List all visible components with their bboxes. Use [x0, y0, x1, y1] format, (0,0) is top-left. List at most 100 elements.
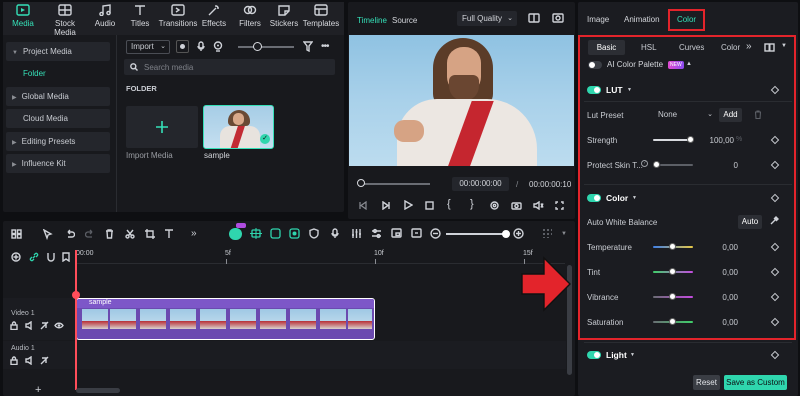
- playhead[interactable]: [75, 250, 77, 390]
- tab-templates[interactable]: Templates: [301, 4, 341, 28]
- compare-view-icon[interactable]: [764, 43, 775, 52]
- subtab-basic[interactable]: Basic: [588, 40, 625, 55]
- tab-source[interactable]: Source: [392, 16, 417, 25]
- step-forward-icon[interactable]: [381, 201, 391, 210]
- light-toggle[interactable]: [587, 351, 601, 359]
- lut-toggle[interactable]: [587, 86, 601, 94]
- smart-cutout-icon[interactable]: [289, 228, 300, 239]
- video-preview[interactable]: [349, 35, 574, 166]
- magnet-icon[interactable]: [46, 252, 56, 262]
- lut-add-button[interactable]: Add: [719, 108, 742, 122]
- expand-icon[interactable]: »: [191, 228, 197, 239]
- reset-button[interactable]: Reset: [693, 375, 720, 390]
- more-subtabs-icon[interactable]: »: [746, 41, 752, 52]
- mic-icon[interactable]: [197, 41, 205, 52]
- light-caret-icon[interactable]: ▼: [630, 352, 635, 358]
- tab-timeline[interactable]: Timeline: [357, 16, 387, 25]
- tab-titles[interactable]: Titles: [120, 4, 160, 28]
- protect-skin-value[interactable]: 0: [698, 161, 738, 170]
- strength-value[interactable]: 100,00: [694, 136, 734, 145]
- timeline-ruler[interactable]: [75, 248, 565, 264]
- camera-icon[interactable]: [511, 201, 522, 210]
- zoom-out-icon[interactable]: [430, 228, 441, 239]
- tab-audio[interactable]: Audio: [85, 4, 125, 28]
- lut-delete-icon[interactable]: [754, 110, 762, 119]
- sidebar-item-influence-kit[interactable]: ▶ Influence Kit: [6, 154, 110, 173]
- save-as-custom-button[interactable]: Save as Custom: [724, 375, 787, 390]
- select-tool-icon[interactable]: [43, 229, 53, 240]
- lock-icon[interactable]: [10, 321, 18, 330]
- scrubber-knob[interactable]: [357, 179, 365, 187]
- playhead-handle[interactable]: [72, 291, 80, 299]
- zoom-slider-knob[interactable]: [253, 42, 262, 51]
- motion-track-icon[interactable]: [250, 228, 262, 239]
- audio-speaker-icon[interactable]: [25, 356, 34, 365]
- tab-animation[interactable]: Animation: [624, 15, 660, 24]
- strength-slider[interactable]: [653, 139, 691, 141]
- prev-frame-icon[interactable]: [358, 201, 368, 210]
- timeline-options-icon[interactable]: ▼: [561, 231, 567, 237]
- eyedropper-icon[interactable]: [770, 216, 779, 225]
- compare-dropdown-icon[interactable]: ▼: [781, 43, 787, 49]
- compare-icon[interactable]: [528, 13, 540, 23]
- fullscreen-icon[interactable]: [555, 201, 564, 210]
- protect-skin-slider[interactable]: [660, 164, 693, 166]
- audio-mixer-icon[interactable]: [351, 228, 362, 239]
- undo-icon[interactable]: [65, 229, 75, 239]
- subtab-hsl[interactable]: HSL: [641, 43, 657, 52]
- webcam-icon[interactable]: [213, 41, 223, 52]
- equalizer-icon[interactable]: [371, 228, 382, 239]
- zoom-in-icon[interactable]: [513, 228, 524, 239]
- sidebar-item-folder[interactable]: Folder: [6, 64, 110, 83]
- crop-icon[interactable]: [145, 229, 155, 239]
- saturation-slider-knob[interactable]: [669, 318, 676, 325]
- protect-skin-slider-knob[interactable]: [653, 161, 660, 168]
- tab-media[interactable]: Media: [3, 4, 43, 28]
- caret-up-icon[interactable]: ▲: [686, 61, 692, 67]
- vibrance-slider-knob[interactable]: [669, 293, 676, 300]
- volume-icon[interactable]: [533, 201, 544, 210]
- mute-video-icon[interactable]: [40, 321, 49, 330]
- timeline-zoom-slider[interactable]: [446, 233, 508, 235]
- tab-effects[interactable]: Effects: [194, 4, 234, 28]
- scrubber-track[interactable]: [360, 183, 430, 185]
- snapshot-icon[interactable]: [552, 13, 564, 23]
- sidebar-item-global-media[interactable]: ▶ Global Media: [6, 87, 110, 106]
- timeline-grid-icon[interactable]: [542, 228, 553, 239]
- audio-lock-icon[interactable]: [10, 356, 18, 365]
- vibrance-value[interactable]: 0,00: [698, 293, 738, 302]
- sidebar-item-cloud-media[interactable]: Cloud Media: [6, 109, 110, 128]
- redo-icon[interactable]: [85, 229, 95, 239]
- import-dropdown[interactable]: Import ⌄: [126, 40, 170, 54]
- saturation-value[interactable]: 0,00: [698, 318, 738, 327]
- ai-palette-toggle[interactable]: [588, 61, 602, 69]
- tab-stickers[interactable]: Stickers: [264, 4, 304, 28]
- temperature-slider-knob[interactable]: [669, 243, 676, 250]
- search-input[interactable]: Search media: [124, 59, 335, 75]
- import-media-tile[interactable]: [126, 106, 198, 148]
- ai-feature-icon[interactable]: [229, 228, 242, 240]
- add-button[interactable]: +: [35, 384, 41, 396]
- text-tool-icon[interactable]: [164, 229, 174, 239]
- sidebar-item-project-media[interactable]: ▼ Project Media: [6, 42, 110, 61]
- temperature-value[interactable]: 0,00: [698, 243, 738, 252]
- tab-transitions[interactable]: Transitions: [157, 4, 199, 28]
- tab-color[interactable]: Color: [668, 9, 705, 31]
- mark-in-icon[interactable]: {: [447, 198, 451, 210]
- filter-icon[interactable]: [303, 41, 313, 52]
- sample-thumbnail[interactable]: ✓: [203, 105, 274, 149]
- speaker-icon[interactable]: [25, 321, 34, 330]
- marker-icon[interactable]: [62, 252, 70, 262]
- color-caret-icon[interactable]: ▼: [632, 195, 637, 201]
- link-icon[interactable]: [29, 252, 39, 262]
- audio-track-lane[interactable]: [76, 341, 566, 369]
- audio-mute-icon[interactable]: [40, 356, 49, 365]
- lut-caret-icon[interactable]: ▼: [627, 87, 632, 93]
- subtab-color[interactable]: Color: [721, 43, 740, 52]
- stop-icon[interactable]: [425, 201, 434, 210]
- play-icon[interactable]: [404, 200, 413, 210]
- lut-preset-dropdown[interactable]: None ⌄: [652, 108, 716, 122]
- pip-icon[interactable]: [391, 228, 402, 238]
- render-settings-icon[interactable]: [489, 200, 500, 211]
- more-icon[interactable]: •••: [321, 41, 329, 52]
